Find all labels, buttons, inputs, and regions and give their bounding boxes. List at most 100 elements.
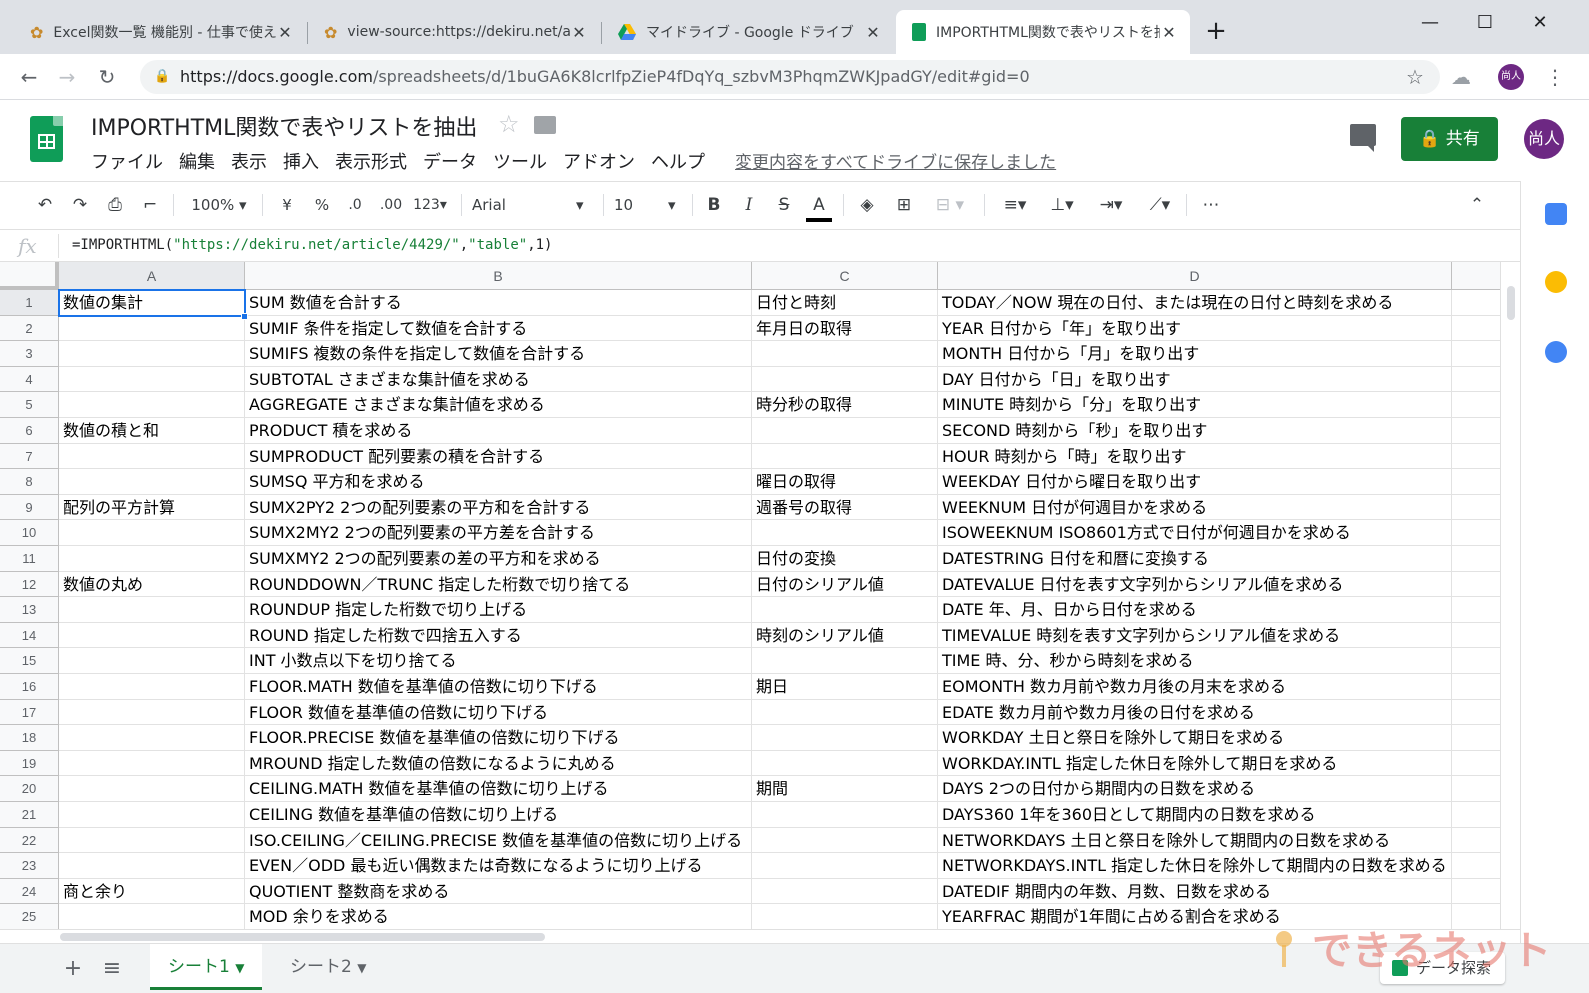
- cell-b9[interactable]: SUMX2PY2 2つの配列要素の平方和を合計する: [245, 494, 752, 521]
- cell-empty[interactable]: [1452, 802, 1502, 828]
- row-header[interactable]: 20: [0, 776, 59, 802]
- cell-c7[interactable]: [752, 443, 938, 470]
- font-family-select[interactable]: Arial ▾: [472, 192, 592, 218]
- spreadsheet-grid[interactable]: A B C D 1 数値の集計 SUM 数値を合計する 日付と時刻 TODAY／NOW 現在の日…: [0, 262, 1520, 929]
- cell-b3[interactable]: SUMIFS 複数の条件を指定して数値を合計する: [245, 341, 752, 367]
- row-header[interactable]: 23: [0, 853, 59, 879]
- cell-c21[interactable]: [752, 802, 938, 828]
- menu-tools[interactable]: ツール: [493, 148, 547, 174]
- calendar-icon[interactable]: [1545, 203, 1567, 225]
- italic-button[interactable]: I: [737, 192, 761, 218]
- paint-format-icon[interactable]: ⌐: [137, 192, 163, 218]
- url-field[interactable]: 🔒 https://docs.google.com/spreadsheets/d…: [140, 60, 1440, 94]
- cell-empty[interactable]: [1452, 418, 1502, 444]
- row-header[interactable]: 8: [0, 469, 59, 495]
- cell-empty[interactable]: [1452, 622, 1502, 649]
- profile-avatar[interactable]: 尚人: [1498, 64, 1524, 90]
- cell-empty[interactable]: [1452, 469, 1502, 495]
- row-header[interactable]: 21: [0, 802, 59, 828]
- cell-empty[interactable]: [1452, 776, 1502, 802]
- window-close-icon[interactable]: ✕: [1515, 8, 1565, 38]
- strikethrough-button[interactable]: S: [772, 192, 796, 218]
- cell-c11[interactable]: 日付の変換: [752, 546, 938, 572]
- vertical-scrollbar[interactable]: [1500, 262, 1520, 929]
- cell-d20[interactable]: DAYS 2つの日付から期間内の日数を求める: [938, 776, 1452, 802]
- cell-b1[interactable]: SUM 数値を合計する: [245, 290, 752, 316]
- cell-a15[interactable]: [59, 648, 245, 674]
- cell-c24[interactable]: [752, 878, 938, 905]
- cell-a16[interactable]: [59, 674, 245, 700]
- cell-d23[interactable]: NETWORKDAYS.INTL 指定した休日を除外して期間内の日数を求める: [938, 853, 1452, 879]
- cell-empty[interactable]: [1452, 546, 1502, 572]
- cell-c8[interactable]: 曜日の取得: [752, 469, 938, 495]
- cell-empty[interactable]: [1452, 571, 1502, 598]
- menu-edit[interactable]: 編集: [179, 148, 215, 174]
- row-header[interactable]: 5: [0, 392, 59, 418]
- sheet-tab-1[interactable]: シート1 ▼: [150, 944, 263, 990]
- forward-icon[interactable]: →: [52, 62, 82, 92]
- cell-a17[interactable]: [59, 699, 245, 726]
- cell-c13[interactable]: [752, 597, 938, 623]
- cell-a19[interactable]: [59, 750, 245, 777]
- maximize-icon[interactable]: ☐: [1460, 8, 1510, 38]
- formula-input[interactable]: =IMPORTHTML("https://dekiru.net/article/…: [72, 237, 552, 253]
- column-header-c[interactable]: C: [752, 262, 938, 290]
- save-status[interactable]: 変更内容をすべてドライブに保存しました: [735, 148, 1056, 173]
- text-rotation-icon[interactable]: ⟋▾: [1140, 192, 1180, 218]
- horizontal-scroll-thumb[interactable]: [60, 933, 545, 941]
- cell-b13[interactable]: ROUNDUP 指定した桁数で切り上げる: [245, 597, 752, 623]
- keep-icon[interactable]: [1545, 271, 1567, 293]
- row-header[interactable]: 24: [0, 878, 59, 905]
- cell-c5[interactable]: 時分秒の取得: [752, 392, 938, 418]
- cell-empty[interactable]: [1452, 750, 1502, 777]
- cell-b11[interactable]: SUMXMY2 2つの配列要素の差の平方和を求める: [245, 546, 752, 572]
- cell-d7[interactable]: HOUR 時刻から「時」を取り出す: [938, 443, 1452, 470]
- row-header[interactable]: 22: [0, 827, 59, 854]
- text-wrapping-icon[interactable]: ⇥▾: [1091, 192, 1131, 218]
- cell-a7[interactable]: [59, 443, 245, 470]
- close-tab-icon[interactable]: ✕: [570, 23, 588, 42]
- cell-b16[interactable]: FLOOR.MATH 数値を基準値の倍数に切り下げる: [245, 674, 752, 700]
- cell-d10[interactable]: ISOWEEKNUM ISO8601方式で日付が何週目かを求める: [938, 520, 1452, 546]
- row-header[interactable]: 19: [0, 750, 59, 777]
- cell-d24[interactable]: DATEDIF 期間内の年数、月数、日数を求める: [938, 878, 1452, 905]
- menu-file[interactable]: ファイル: [91, 148, 163, 174]
- cell-c18[interactable]: [752, 725, 938, 751]
- row-header[interactable]: 1: [0, 290, 59, 316]
- cell-empty[interactable]: [1452, 878, 1502, 905]
- row-header[interactable]: 15: [0, 648, 59, 674]
- cell-d19[interactable]: WORKDAY.INTL 指定した休日を除外して期日を求める: [938, 750, 1452, 777]
- cell-c1[interactable]: 日付と時刻: [752, 290, 938, 316]
- column-header-d[interactable]: D: [938, 262, 1452, 290]
- cell-b23[interactable]: EVEN／ODD 最も近い偶数または奇数になるように切り上げる: [245, 853, 752, 879]
- cell-empty[interactable]: [1452, 725, 1502, 751]
- cell-a14[interactable]: [59, 622, 245, 649]
- row-header[interactable]: 4: [0, 366, 59, 393]
- cell-a2[interactable]: [59, 315, 245, 342]
- back-icon[interactable]: ←: [14, 62, 44, 92]
- new-tab-button[interactable]: +: [1198, 16, 1234, 46]
- row-header[interactable]: 13: [0, 597, 59, 623]
- account-avatar[interactable]: 尚人: [1524, 119, 1564, 159]
- fill-handle[interactable]: [241, 312, 248, 320]
- cell-a22[interactable]: [59, 827, 245, 854]
- cell-c19[interactable]: [752, 750, 938, 777]
- cell-b21[interactable]: CEILING 数値を基準値の倍数に切り上げる: [245, 802, 752, 828]
- cell-c16[interactable]: 期日: [752, 674, 938, 700]
- row-header[interactable]: 17: [0, 699, 59, 726]
- cell-b2[interactable]: SUMIF 条件を指定して数値を合計する: [245, 315, 752, 342]
- cell-a25[interactable]: [59, 904, 245, 929]
- cell-c12[interactable]: 日付のシリアル値: [752, 571, 938, 598]
- tasks-icon[interactable]: [1545, 341, 1567, 363]
- row-header[interactable]: 14: [0, 622, 59, 649]
- cell-d15[interactable]: TIME 時、分、秒から時刻を求める: [938, 648, 1452, 674]
- row-header[interactable]: 18: [0, 725, 59, 751]
- cell-c3[interactable]: [752, 341, 938, 367]
- add-sheet-button[interactable]: +: [58, 954, 88, 984]
- document-title[interactable]: IMPORTHTML関数で表やリストを抽出: [91, 110, 477, 142]
- fill-color-icon[interactable]: ◈: [854, 192, 880, 218]
- cell-d5[interactable]: MINUTE 時刻から「分」を取り出す: [938, 392, 1452, 418]
- collapse-menu-icon[interactable]: ⌃: [1464, 192, 1490, 218]
- cell-empty[interactable]: [1452, 597, 1502, 623]
- cell-a12[interactable]: 数値の丸め: [59, 571, 245, 598]
